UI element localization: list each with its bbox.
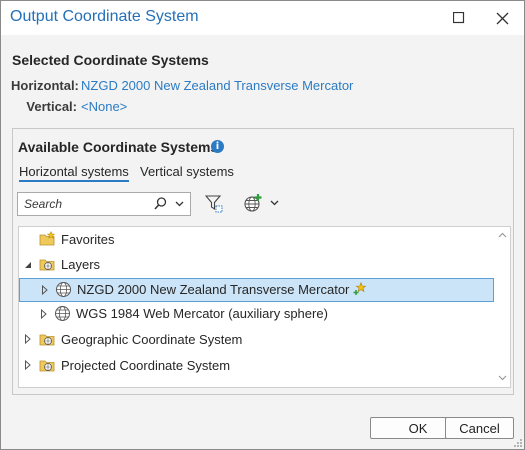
tree-item-label: WGS 1984 Web Mercator (auxiliary sphere) bbox=[76, 306, 328, 321]
collapsed-arrow-icon[interactable] bbox=[41, 285, 49, 295]
resize-grip-icon[interactable] bbox=[513, 438, 523, 448]
maximize-icon bbox=[453, 12, 465, 24]
add-favorite-star-icon[interactable] bbox=[353, 282, 367, 296]
collapsed-arrow-icon[interactable] bbox=[24, 360, 32, 370]
close-icon bbox=[496, 12, 508, 24]
tree-item-nzgd-2000[interactable]: NZGD 2000 New Zealand Transverse Mercato… bbox=[19, 278, 494, 302]
tree-item-label: Favorites bbox=[61, 232, 115, 247]
filter-icon bbox=[204, 195, 223, 213]
tree-scrollbar[interactable] bbox=[495, 227, 510, 387]
tree-item-wgs-1984[interactable]: WGS 1984 Web Mercator (auxiliary sphere) bbox=[19, 303, 494, 327]
globe-add-icon bbox=[244, 194, 262, 212]
search-input[interactable] bbox=[22, 195, 146, 213]
dialog-window: Output Coordinate System Selected Coordi… bbox=[0, 0, 525, 450]
add-coordinate-system-button[interactable] bbox=[243, 193, 283, 213]
folder-star-icon bbox=[39, 231, 56, 246]
available-systems-heading: Available Coordinate Systems bbox=[18, 139, 219, 155]
scroll-up-icon[interactable] bbox=[498, 232, 507, 238]
tab-vertical-systems[interactable]: Vertical systems bbox=[140, 164, 234, 179]
filter-button[interactable] bbox=[204, 194, 223, 214]
search-icon[interactable] bbox=[154, 197, 167, 210]
tree-item-label: Geographic Coordinate System bbox=[61, 332, 243, 347]
window-title: Output Coordinate System bbox=[10, 8, 199, 25]
globe-icon bbox=[55, 306, 70, 321]
coordinate-system-tree: Favorites Layers NZGD 2000 New Zealand T… bbox=[18, 226, 511, 388]
vertical-label: Vertical: bbox=[26, 99, 77, 114]
available-systems-panel: Available Coordinate Systems i Horizonta… bbox=[12, 128, 514, 395]
folder-globe-icon bbox=[39, 259, 55, 271]
close-button[interactable] bbox=[485, 5, 519, 31]
info-icon[interactable]: i bbox=[211, 140, 224, 153]
folder-globe-icon bbox=[39, 334, 55, 346]
tree-item-projected-coordinate-system[interactable]: Projected Coordinate System bbox=[19, 354, 494, 378]
selected-systems-heading: Selected Coordinate Systems bbox=[12, 52, 209, 68]
vertical-value-link[interactable]: <None> bbox=[81, 99, 127, 114]
collapsed-arrow-icon[interactable] bbox=[40, 309, 48, 319]
chevron-down-icon[interactable] bbox=[175, 201, 184, 207]
collapsed-arrow-icon[interactable] bbox=[24, 334, 32, 344]
folder-globe-icon bbox=[39, 360, 55, 372]
chevron-down-icon[interactable] bbox=[270, 200, 279, 206]
tree-item-label: NZGD 2000 New Zealand Transverse Mercato… bbox=[77, 282, 350, 297]
title-bar[interactable]: Output Coordinate System bbox=[1, 1, 524, 35]
tree-item-layers[interactable]: Layers bbox=[19, 253, 494, 277]
horizontal-label: Horizontal: bbox=[11, 78, 79, 93]
tab-horizontal-systems[interactable]: Horizontal systems bbox=[19, 164, 129, 182]
expanded-arrow-icon[interactable] bbox=[24, 260, 32, 270]
scroll-down-icon[interactable] bbox=[498, 375, 507, 381]
globe-icon bbox=[56, 282, 71, 297]
tree-item-geographic-coordinate-system[interactable]: Geographic Coordinate System bbox=[19, 328, 494, 352]
cancel-button[interactable]: Cancel bbox=[445, 417, 514, 439]
maximize-button[interactable] bbox=[442, 5, 476, 31]
horizontal-value-link[interactable]: NZGD 2000 New Zealand Transverse Mercato… bbox=[81, 78, 353, 93]
search-box bbox=[17, 192, 191, 216]
tree-item-label: Layers bbox=[61, 257, 101, 272]
tree-item-label: Projected Coordinate System bbox=[61, 358, 231, 373]
tree-item-favorites[interactable]: Favorites bbox=[19, 228, 494, 252]
